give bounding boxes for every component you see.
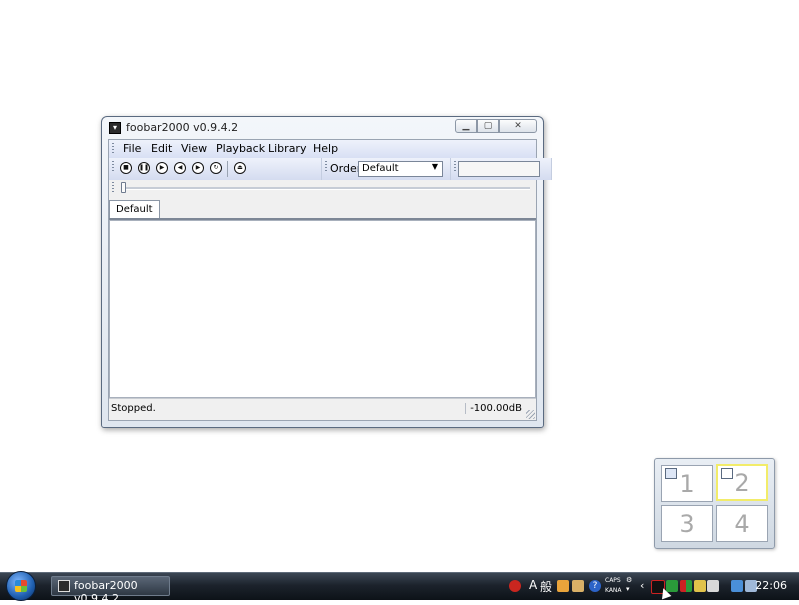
- play-button[interactable]: ▶: [156, 162, 168, 174]
- client-area: File Edit View Playback Library Help ■ ❚…: [108, 139, 552, 421]
- stop-button[interactable]: ■: [120, 162, 132, 174]
- desktop-1-window-thumbnail: [665, 468, 677, 479]
- previous-icon: ◀: [177, 164, 183, 171]
- tab-default[interactable]: Default: [109, 200, 160, 218]
- virtual-desktop-pager: 1 2 3 4: [654, 458, 775, 549]
- chevron-down-icon: ▼: [431, 162, 438, 171]
- foobar2000-window: ▾ foobar2000 v0.9.4.2 ▁ ▢ ✕ File Edit Vi…: [101, 116, 552, 428]
- search-input[interactable]: [458, 161, 540, 177]
- pause-button[interactable]: ❚❚: [138, 162, 150, 174]
- foobar-taskbar-icon: [58, 580, 70, 592]
- desktop-2-window-thumbnail: [721, 468, 733, 479]
- status-bar: Stopped. -100.00dB: [109, 398, 536, 420]
- seekbar-grip[interactable]: [112, 182, 114, 194]
- toolbar-grip[interactable]: [112, 161, 114, 173]
- random-button[interactable]: ↻: [210, 162, 222, 174]
- ime-options-arrow-icon[interactable]: ▾: [626, 585, 630, 593]
- desktop-2[interactable]: 2: [716, 464, 768, 501]
- desktop-3[interactable]: 3: [661, 505, 713, 542]
- minimize-button[interactable]: ▁: [455, 119, 477, 133]
- windows-logo-icon: [15, 580, 27, 592]
- desktop-4-number: 4: [734, 509, 750, 538]
- kana-indicator: KANA: [605, 587, 622, 594]
- order-label: Order: [330, 162, 362, 175]
- toolbar-separator: [227, 161, 228, 177]
- volume-readout: -100.00dB: [465, 403, 522, 414]
- ime-options-icon[interactable]: ⚙: [626, 576, 632, 584]
- help-icon[interactable]: ?: [589, 580, 601, 592]
- desktop-3-number: 3: [679, 509, 695, 538]
- desktop-1[interactable]: 1: [661, 465, 713, 502]
- menu-bar: File Edit View Playback Library Help: [109, 140, 536, 159]
- network-icon[interactable]: [731, 580, 743, 592]
- ime-tool-icon[interactable]: [557, 580, 569, 592]
- maximize-icon: ▢: [483, 121, 493, 131]
- random-icon: ↻: [213, 164, 219, 171]
- desktop-2-number: 2: [734, 468, 750, 497]
- paint-icon[interactable]: [694, 580, 706, 592]
- desktop-4[interactable]: 4: [716, 505, 768, 542]
- playback-buttons-section: ■ ❚❚ ▶ ◀ ▶ ↻ ⏏: [109, 158, 322, 180]
- close-icon: ✕: [514, 121, 522, 131]
- window-title: foobar2000 v0.9.4.2: [126, 121, 239, 134]
- tray-expand-icon[interactable]: ‹: [640, 579, 644, 592]
- seek-track[interactable]: [123, 187, 530, 190]
- title-bar[interactable]: ▾ foobar2000 v0.9.4.2 ▁ ▢ ✕: [102, 117, 543, 139]
- next-icon: ▶: [195, 164, 201, 171]
- ime-text-indicator[interactable]: 般: [540, 578, 552, 595]
- search-grip[interactable]: [454, 161, 456, 173]
- order-grip[interactable]: [325, 161, 327, 173]
- open-button[interactable]: ⏏: [234, 162, 246, 174]
- close-button[interactable]: ✕: [499, 119, 537, 133]
- menu-file[interactable]: File: [123, 142, 141, 155]
- seek-thumb[interactable]: [121, 182, 126, 193]
- stop-icon: ■: [123, 164, 129, 171]
- eject-icon: ⏏: [237, 164, 243, 171]
- menu-edit[interactable]: Edit: [151, 142, 172, 155]
- order-section: Order Default ▼: [322, 158, 451, 180]
- order-value: Default: [362, 163, 399, 174]
- previous-button[interactable]: ◀: [174, 162, 186, 174]
- search-section: [451, 158, 552, 180]
- seekbar[interactable]: [109, 180, 536, 196]
- caption-buttons: ▁ ▢ ✕: [455, 119, 537, 134]
- menu-help[interactable]: Help: [313, 142, 338, 155]
- resize-grip[interactable]: [526, 410, 535, 419]
- virtual-desktop-tray-icon[interactable]: [680, 580, 692, 592]
- order-dropdown[interactable]: Default ▼: [358, 161, 443, 177]
- next-button[interactable]: ▶: [192, 162, 204, 174]
- start-button[interactable]: [6, 571, 36, 601]
- menu-library[interactable]: Library: [268, 142, 306, 155]
- taskbar-foobar-button[interactable]: foobar2000 v0.9.4.2: [51, 576, 170, 605]
- foobar-app-icon[interactable]: ▾: [109, 122, 121, 134]
- play-icon: ▶: [159, 164, 165, 171]
- taskbar: foobar2000 v0.9.4.2 A 般 ? CAPS KANA ⚙ ▾ …: [0, 571, 799, 605]
- desktop-1-number: 1: [679, 469, 695, 498]
- pause-icon: ❚❚: [138, 164, 150, 171]
- playlist-view[interactable]: [109, 220, 536, 398]
- taskbar-foobar-label: foobar2000 v0.9.4.2: [74, 579, 138, 605]
- ime-mode-indicator[interactable]: A: [529, 578, 537, 592]
- toolbar: ■ ❚❚ ▶ ◀ ▶ ↻ ⏏ Order Default ▼: [109, 158, 552, 180]
- pen-icon[interactable]: [707, 580, 719, 592]
- playlist-tabs: Default: [109, 198, 536, 220]
- menu-view[interactable]: View: [181, 142, 207, 155]
- caps-indicator: CAPS: [605, 577, 621, 584]
- minimize-icon: ▁: [462, 121, 470, 131]
- menubar-grip[interactable]: [112, 143, 114, 155]
- ime-dictionary-icon[interactable]: [572, 580, 584, 592]
- maximize-button[interactable]: ▢: [477, 119, 499, 133]
- clock[interactable]: 22:06: [755, 579, 787, 592]
- status-text: Stopped.: [111, 403, 156, 414]
- security-alert-icon[interactable]: [509, 580, 521, 592]
- menu-playback[interactable]: Playback: [216, 142, 265, 155]
